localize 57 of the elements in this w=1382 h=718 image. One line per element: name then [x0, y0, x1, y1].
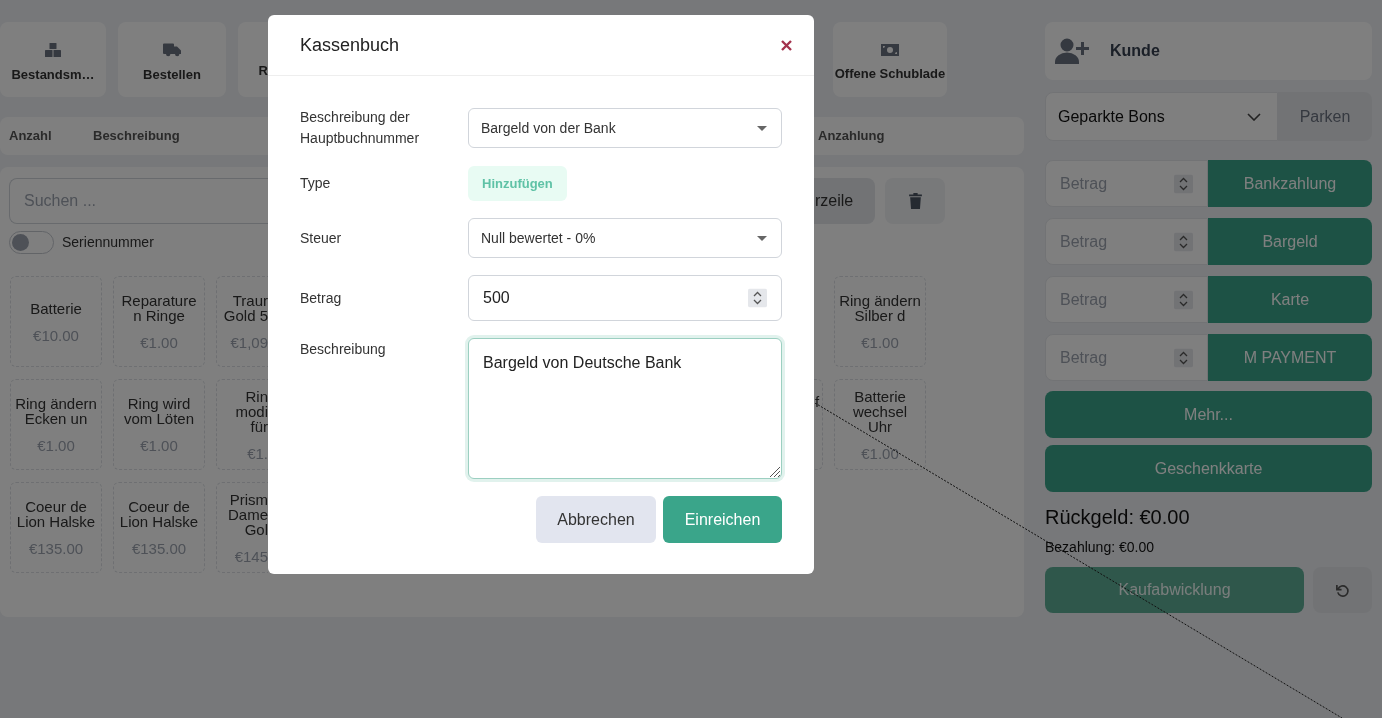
more-button[interactable]: Mehr... — [1045, 391, 1372, 438]
toggle-label: Seriennummer — [62, 233, 154, 252]
field-label: Steuer — [300, 228, 343, 248]
line-button[interactable]: rzeile — [814, 178, 875, 224]
payment-button[interactable]: Bargeld — [1208, 218, 1372, 265]
product-name: Ring ändern Ecken un — [15, 396, 97, 426]
cancel-button[interactable]: Abbrechen — [536, 496, 656, 543]
product-name: Ring ändern Silber d — [839, 293, 921, 323]
toolbar-button[interactable]: Offene Schublade — [833, 22, 947, 97]
dropdown[interactable]: Null bewertet - 0% — [468, 218, 782, 258]
field-label: Type — [300, 174, 332, 193]
dropdown[interactable]: Bargeld von der Bank — [468, 108, 782, 148]
trash-icon — [908, 193, 922, 209]
dialog-title: Kassenbuch — [300, 33, 400, 57]
product-name: Batterie wechsel Uhr — [851, 388, 909, 434]
text-area[interactable]: Bargeld von Deutsche Bank — [468, 338, 782, 479]
column-header[interactable]: Anzahl — [0, 126, 93, 146]
toolbar-button[interactable]: Bestandsm… — [0, 22, 106, 97]
customer-button[interactable]: Kunde — [1045, 22, 1372, 80]
product-name: Prism Dame Gol — [227, 491, 268, 537]
column-header[interactable]: Anzahlung — [818, 126, 1024, 146]
product-name: Traur Gold 5 — [222, 293, 268, 323]
caret-icon — [757, 125, 767, 131]
toolbar-button[interactable]: R — [238, 22, 268, 97]
field-label: Beschreibung — [300, 340, 387, 359]
paid-amount: Bezahlung: €0.00 — [1045, 539, 1155, 555]
boxes-icon — [45, 42, 61, 57]
undo-icon — [1335, 582, 1350, 598]
product-name: Batterie — [30, 300, 82, 316]
gift-card-button[interactable]: Geschenkkarte — [1045, 445, 1372, 492]
parked-receipts-dropdown[interactable]: Geparkte Bons — [1045, 92, 1278, 141]
submit-button[interactable]: Einreichen — [663, 496, 782, 543]
toolbar-button[interactable]: Bestellen — [118, 22, 226, 97]
field-label: Betrag — [300, 288, 343, 308]
user-plus-icon — [1055, 38, 1089, 64]
amount-field[interactable]: 500 — [468, 275, 782, 321]
banknote-icon — [881, 43, 899, 56]
product-name: Coeur de Lion Halske — [118, 499, 200, 529]
product-name: f — [815, 394, 820, 409]
payment-button[interactable]: M PAYMENT — [1208, 334, 1372, 381]
caret-icon — [757, 235, 767, 241]
truck-icon — [163, 42, 181, 57]
toggle-switch[interactable] — [9, 231, 54, 254]
park-button[interactable]: Parken — [1278, 92, 1372, 141]
product-name: Coeur de Lion Halske — [15, 499, 97, 529]
product-name: Ring wird vom Löten — [122, 396, 195, 426]
chevron-down-icon — [1247, 112, 1261, 121]
payment-button[interactable]: Karte — [1208, 276, 1372, 323]
resize-handle-icon[interactable] — [769, 466, 780, 477]
delete-button[interactable] — [885, 178, 945, 224]
product-name: Reparaturen Ringe — [120, 293, 198, 323]
field-label: Beschreibung der Hauptbuchnummer — [300, 108, 421, 148]
close-icon[interactable] — [781, 39, 792, 51]
product-name: Rin modi für — [234, 388, 268, 434]
payment-button[interactable]: Bankzahlung — [1208, 160, 1372, 207]
undo-button[interactable] — [1313, 567, 1372, 613]
change-amount: Rückgeld: €0.00 — [1045, 505, 1191, 529]
